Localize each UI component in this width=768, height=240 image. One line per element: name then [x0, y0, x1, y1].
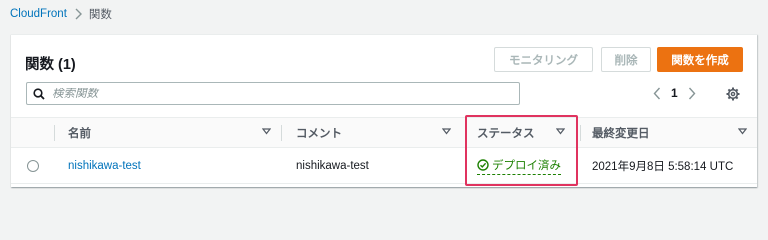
row-last-modified-cell: 2021年9月8日 5:58:14 UTC	[592, 161, 734, 173]
column-divider	[54, 125, 55, 141]
functions-panel: 関数 (1) モニタリング 削除 関数を作成 1	[11, 34, 757, 187]
search-icon	[33, 87, 45, 100]
column-divider	[466, 125, 467, 141]
status-label: デプロイ済み	[492, 160, 561, 172]
row-comment-cell: nishikawa-test	[296, 160, 369, 172]
sort-caret-icon[interactable]	[262, 128, 271, 135]
panel-title: 関数 (1)	[25, 57, 76, 73]
pagination: 1	[653, 86, 696, 100]
column-header-comment[interactable]: コメント	[296, 118, 466, 147]
column-header-last-modified[interactable]: 最終変更日	[592, 118, 752, 147]
sort-caret-icon[interactable]	[738, 128, 747, 135]
breadcrumb-cloudfront-link[interactable]: CloudFront	[10, 8, 67, 20]
column-label-comment: コメント	[296, 127, 342, 140]
row-name-cell: nishikawa-test	[68, 148, 141, 184]
column-divider	[281, 125, 282, 141]
sort-caret-icon[interactable]	[442, 128, 451, 135]
column-header-name[interactable]: 名前	[68, 118, 280, 147]
chevron-left-icon[interactable]	[653, 87, 661, 100]
create-function-button[interactable]: 関数を作成	[657, 47, 743, 72]
function-name-link[interactable]: nishikawa-test	[68, 160, 141, 172]
search-input[interactable]	[52, 87, 492, 100]
chevron-right-icon[interactable]	[688, 87, 696, 100]
table-row[interactable]: nishikawa-test nishikawa-test デプロイ済み 202…	[11, 148, 757, 184]
breadcrumb-current: 関数	[88, 9, 112, 21]
monitoring-button[interactable]: モニタリング	[494, 47, 593, 72]
column-label-status: ステータス	[477, 127, 535, 140]
column-label-name: 名前	[68, 127, 91, 140]
current-page-number[interactable]: 1	[671, 86, 678, 100]
table-header: 名前 コメント ステータス 最終変更日	[11, 117, 757, 148]
delete-button[interactable]: 削除	[601, 47, 651, 72]
sort-caret-icon[interactable]	[556, 128, 565, 135]
column-header-status[interactable]: ステータス	[477, 118, 577, 147]
check-circle-icon	[477, 159, 489, 171]
row-select-radio[interactable]	[27, 160, 39, 172]
functions-table: 名前 コメント ステータス 最終変更日 nishikawa-test nishi…	[11, 117, 757, 184]
search-box	[26, 82, 520, 105]
column-label-last-modified: 最終変更日	[592, 127, 650, 140]
column-divider	[580, 125, 581, 141]
gear-icon[interactable]	[726, 87, 740, 101]
chevron-right-icon	[73, 8, 83, 20]
row-status-cell: デプロイ済み	[477, 148, 561, 184]
breadcrumb: CloudFront 関数	[10, 6, 112, 22]
status-indicator[interactable]: デプロイ済み	[477, 157, 561, 175]
